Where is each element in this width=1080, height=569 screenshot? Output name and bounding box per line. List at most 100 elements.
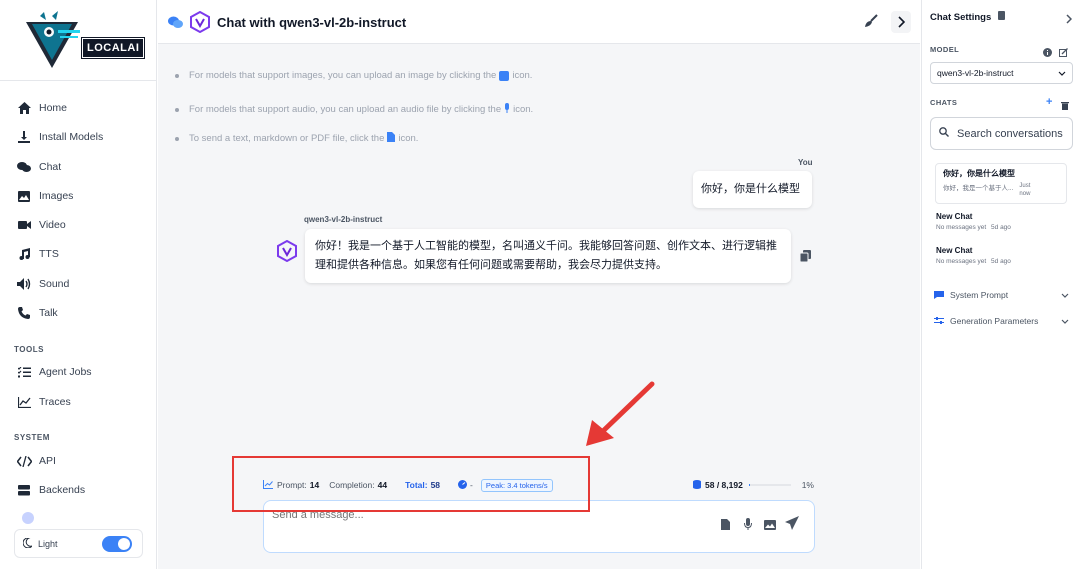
nav-install-models[interactable]: Install Models (16, 127, 103, 147)
settings-title: Chat Settings (930, 11, 1005, 23)
nav-tts[interactable]: TTS (16, 244, 59, 264)
nav-backends[interactable]: Backends (16, 480, 85, 500)
nav-traces[interactable]: Traces (16, 392, 71, 412)
chat-item-preview: No messages yet (936, 224, 987, 231)
chat-settings-panel: Chat Settings MODEL qwen3-vl-2b-instruct… (921, 0, 1080, 569)
context-progress-fill (748, 484, 750, 486)
tip-text: icon. (513, 104, 534, 115)
nav-video[interactable]: Video (16, 215, 66, 235)
chat-list-item[interactable]: New Chat No messages yet 5d ago (936, 246, 1068, 265)
generation-parameters-toggle[interactable]: Generation Parameters (934, 316, 1069, 326)
assistant-avatar-icon (276, 239, 298, 267)
tip-text: icon. (512, 70, 533, 81)
partial-nav-icon[interactable] (22, 512, 34, 524)
bullet (175, 136, 179, 141)
model-logo-icon (189, 10, 211, 38)
nav-agent-jobs[interactable]: Agent Jobs (16, 362, 92, 382)
upload-image-icon[interactable] (764, 517, 776, 535)
nav-chat[interactable]: Chat (16, 157, 61, 177)
copy-icon[interactable] (799, 249, 811, 267)
toggle-settings-button[interactable] (891, 11, 911, 33)
tip-text: For models that support audio, you can u… (189, 104, 502, 115)
chat-item-preview: No messages yet (936, 258, 987, 265)
chevron-right-icon (898, 16, 905, 28)
system-prompt-label: System Prompt (950, 290, 1009, 300)
moon-icon (22, 536, 34, 550)
file-icon (387, 132, 396, 145)
gen-params-label: Generation Parameters (950, 316, 1039, 326)
image-icon (16, 189, 32, 203)
nav-label: Backends (39, 484, 86, 496)
chat-item-title: New Chat (936, 212, 973, 221)
model-select-value: qwen3-vl-2b-instruct (937, 68, 1014, 78)
server-icon (16, 483, 32, 497)
section-label-system: SYSTEM (14, 433, 50, 442)
theme-toggle[interactable] (102, 536, 132, 552)
new-chat-plus-icon[interactable]: + (1046, 96, 1052, 108)
context-usage: 58 / 8,192 1% (693, 478, 814, 492)
collapse-panel-icon[interactable] (1066, 11, 1073, 29)
nav-home[interactable]: Home (16, 98, 67, 118)
tip-text: To send a text, markdown or PDF file, cl… (189, 133, 385, 144)
logo[interactable]: LOCALAI (22, 10, 146, 70)
tip-audio: For models that support audio, you can u… (175, 103, 533, 116)
microphone-button-icon[interactable] (744, 517, 752, 535)
info-icon[interactable] (1043, 44, 1052, 62)
nav-label: Home (39, 102, 68, 114)
user-message-text: 你好，你是什么模型 (701, 183, 800, 195)
message-square-icon (934, 291, 944, 299)
llama-logo-icon (26, 11, 80, 68)
send-icon[interactable] (785, 516, 799, 535)
chat-item-preview: 你好，我是一个基于人... (943, 185, 1014, 192)
chat-item-title: 你好，你是什么模型 (943, 169, 1015, 178)
chevron-down-icon (1061, 290, 1069, 300)
nav-talk[interactable]: Talk (16, 303, 58, 323)
search-conversations-box[interactable]: Search conversations (930, 117, 1073, 150)
assistant-sender-label: qwen3-vl-2b-instruct (304, 215, 383, 224)
chat-list-item-active[interactable]: 你好，你是什么模型 你好，我是一个基于人... Just now (935, 163, 1067, 204)
nav-api[interactable]: API (16, 451, 56, 471)
nav-sound[interactable]: Sound (16, 274, 69, 294)
nav-label: TTS (39, 248, 59, 260)
clear-chat-brush-icon[interactable] (864, 14, 878, 33)
trash-icon[interactable] (1061, 97, 1069, 115)
user-message-bubble: 你好，你是什么模型 (693, 171, 812, 208)
tip-images: For models that support images, you can … (175, 70, 532, 81)
nav-label: Talk (39, 307, 58, 319)
tip-files: To send a text, markdown or PDF file, cl… (175, 132, 418, 145)
microphone-icon (504, 103, 510, 116)
theme-toggle-box: Light (14, 529, 143, 558)
volume-icon (16, 277, 32, 291)
download-icon (16, 130, 32, 144)
search-placeholder: Search conversations (957, 127, 1063, 140)
code-icon (16, 454, 32, 468)
tip-text: icon. (398, 133, 419, 144)
system-prompt-toggle[interactable]: System Prompt (934, 290, 1069, 300)
annotation-highlight-box (232, 456, 590, 512)
chat-item-title: New Chat (936, 246, 973, 255)
nav-label: Agent Jobs (39, 366, 92, 378)
model-label: MODEL (930, 45, 960, 54)
chat-list-item[interactable]: New Chat No messages yet 5d ago (936, 212, 1068, 231)
chat-item-time: 5d ago (991, 258, 1011, 265)
nav-label: Traces (39, 396, 71, 408)
bullet (175, 107, 179, 112)
book-icon (997, 11, 1005, 23)
context-count: 58 / 8,192 (705, 480, 743, 490)
toggle-knob (118, 538, 130, 550)
chart-line-icon (16, 395, 32, 409)
sidebar: LOCALAI Home Install Models Chat Images … (0, 0, 157, 569)
attach-file-icon[interactable] (721, 517, 730, 535)
chat-icon (16, 160, 32, 174)
annotation-arrow-icon (586, 381, 655, 446)
chat-title: Chat with qwen3-vl-2b-instruct (217, 15, 407, 30)
chevron-down-icon (1058, 68, 1066, 78)
chat-bubbles-icon (168, 16, 183, 34)
edit-icon[interactable] (1059, 44, 1068, 62)
model-select[interactable]: qwen3-vl-2b-instruct (930, 62, 1073, 84)
search-icon (939, 127, 949, 140)
assistant-message-text: 你好！我是一个基于人工智能的模型，名叫通义千问。我能够回答问题、创作文本、进行逻… (315, 240, 777, 271)
assistant-message-bubble: 你好！我是一个基于人工智能的模型，名叫通义千问。我能够回答问题、创作文本、进行逻… (305, 229, 791, 283)
nav-images[interactable]: Images (16, 186, 73, 206)
nav-label: Install Models (39, 131, 104, 143)
